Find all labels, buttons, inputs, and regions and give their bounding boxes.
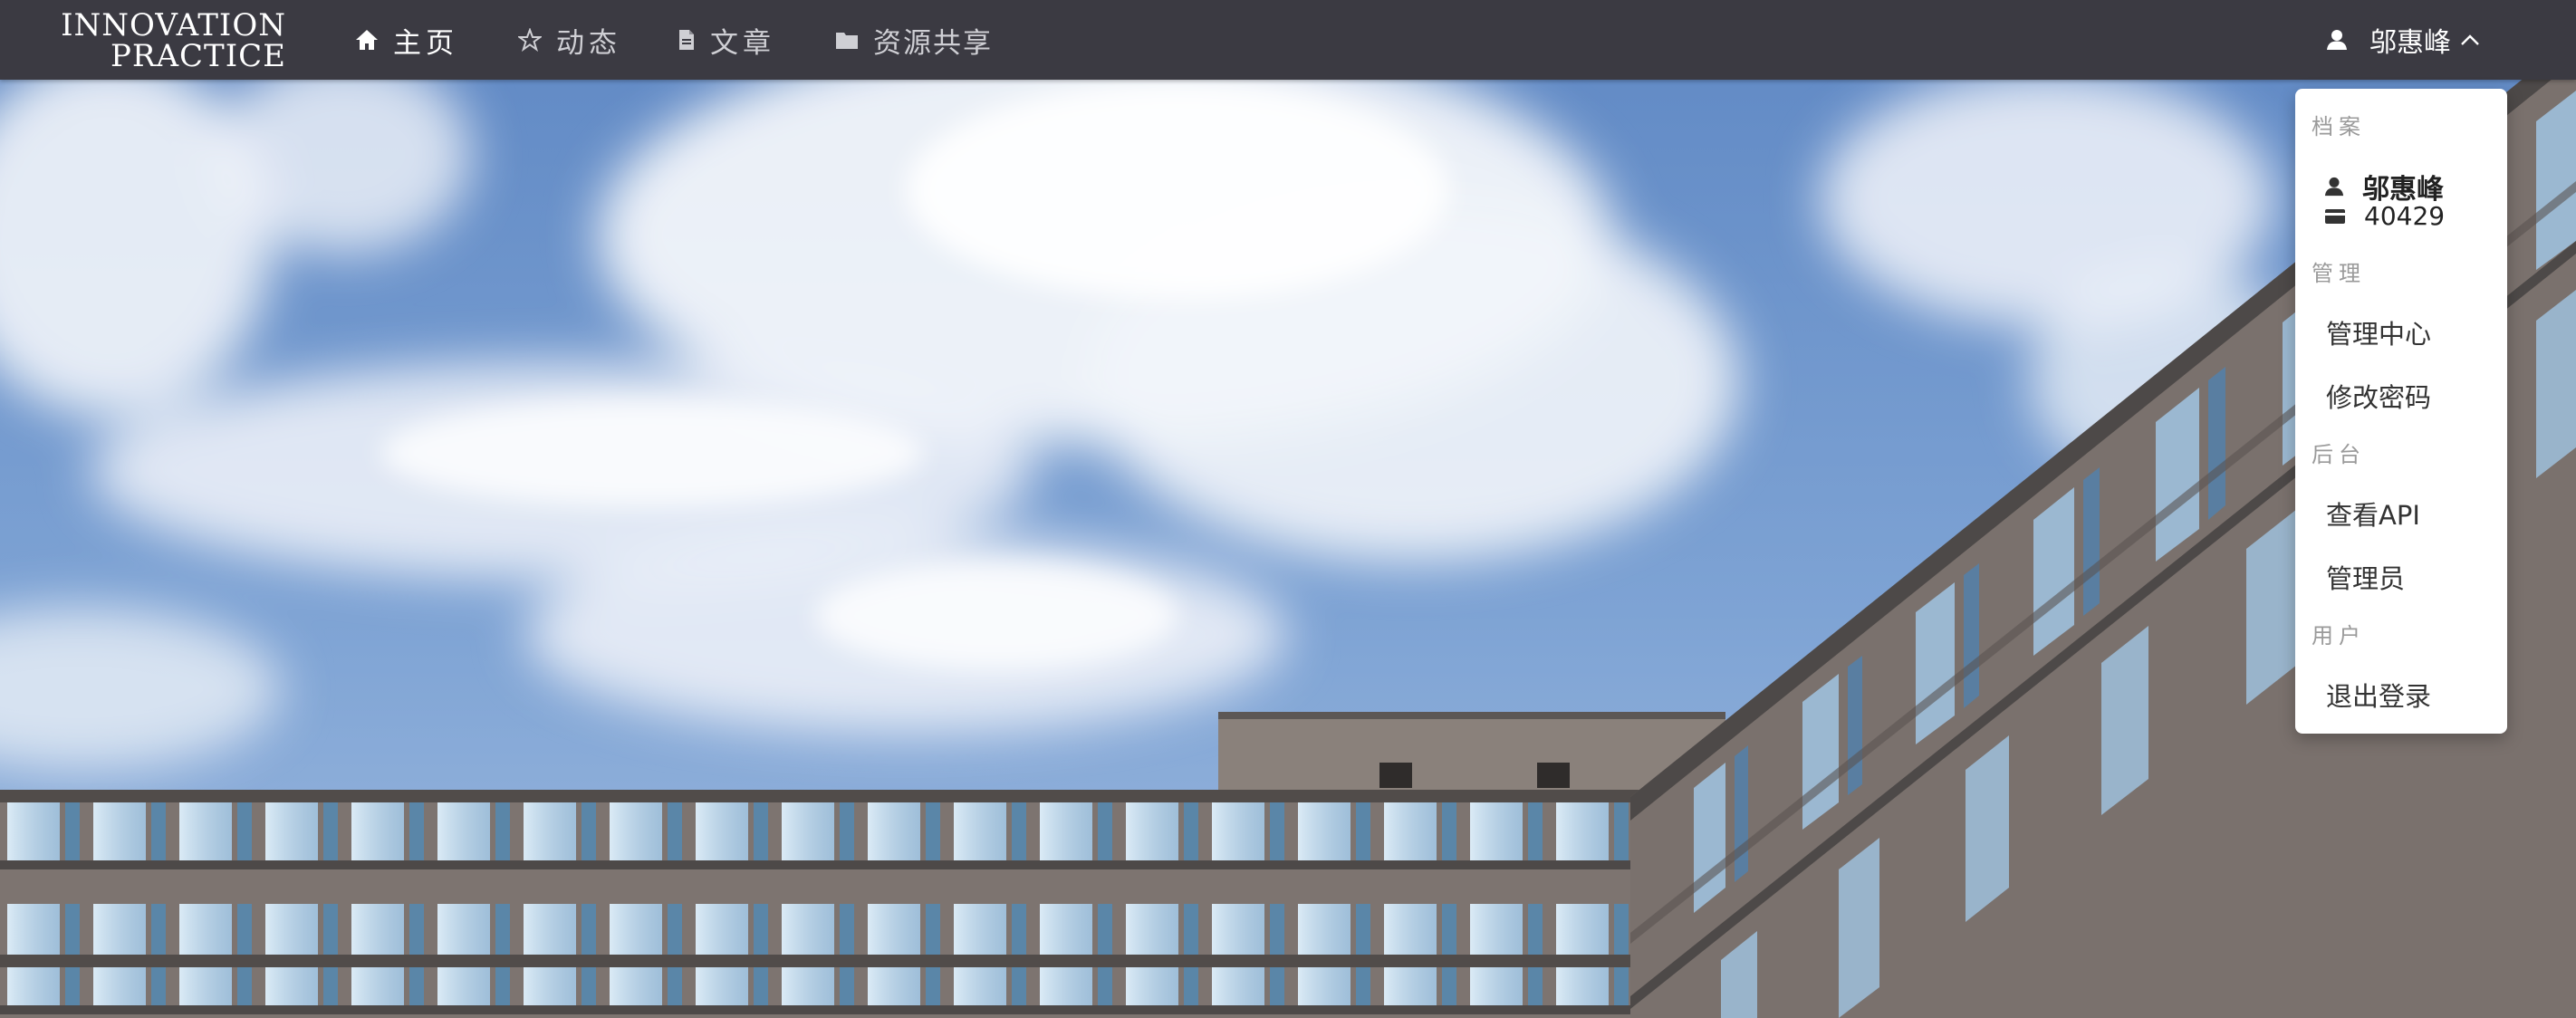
nav-item-label: 动态 (556, 26, 621, 60)
nav-item-label: 资源共享 (873, 26, 993, 60)
user-menu-toggle[interactable]: 邬惠峰 (2326, 0, 2480, 80)
brand-line-2: PRACTICE (111, 38, 286, 74)
nav-item-label: 主页 (393, 26, 458, 60)
chevron-up-icon (2461, 34, 2479, 45)
brand-logo[interactable]: INNOVATION PRACTICE (61, 7, 290, 74)
hero-background-image (0, 0, 2576, 1018)
nav-item-feed[interactable]: 动态 (518, 0, 621, 80)
dropdown-header-profile: 档案 (2312, 114, 2366, 139)
id-card-icon (2325, 208, 2345, 224)
folder-icon (836, 33, 858, 49)
file-icon (679, 30, 694, 50)
home-icon (356, 30, 378, 50)
user-name: 邬惠峰 (2369, 27, 2451, 59)
menu-item-change-password[interactable]: 修改密码 (2326, 377, 2431, 415)
nav-item-articles[interactable]: 文章 (678, 0, 775, 80)
top-navbar: INNOVATION PRACTICE 主页 动态 文章 资源共享 邬惠峰 (0, 0, 2576, 80)
dropdown-header-user: 用户 (2312, 623, 2366, 648)
user-dropdown-menu: 档案 邬惠峰 40429 管理 管理中心 修改密码 后台 查看API 管理员 用… (2295, 89, 2507, 734)
menu-item-logout[interactable]: 退出登录 (2326, 676, 2431, 714)
dropdown-header-manage: 管理 (2312, 261, 2366, 286)
profile-id: 40429 (2364, 201, 2446, 231)
user-icon (2327, 30, 2347, 50)
page: INNOVATION PRACTICE 主页 动态 文章 资源共享 邬惠峰 档案… (0, 0, 2576, 1018)
brand-line-1: INNOVATION (61, 7, 286, 43)
profile-id-row: 40429 (2324, 201, 2445, 231)
nav-item-home[interactable]: 主页 (355, 0, 458, 80)
user-icon (2324, 177, 2344, 197)
menu-item-admin-center[interactable]: 管理中心 (2326, 313, 2431, 351)
star-icon (518, 28, 542, 52)
nav-item-resource-share[interactable]: 资源共享 (835, 0, 993, 80)
dropdown-header-backend: 后台 (2312, 442, 2366, 467)
menu-item-view-api[interactable]: 查看API (2326, 495, 2420, 533)
menu-item-administrator[interactable]: 管理员 (2326, 558, 2405, 596)
nav-item-label: 文章 (710, 26, 775, 60)
